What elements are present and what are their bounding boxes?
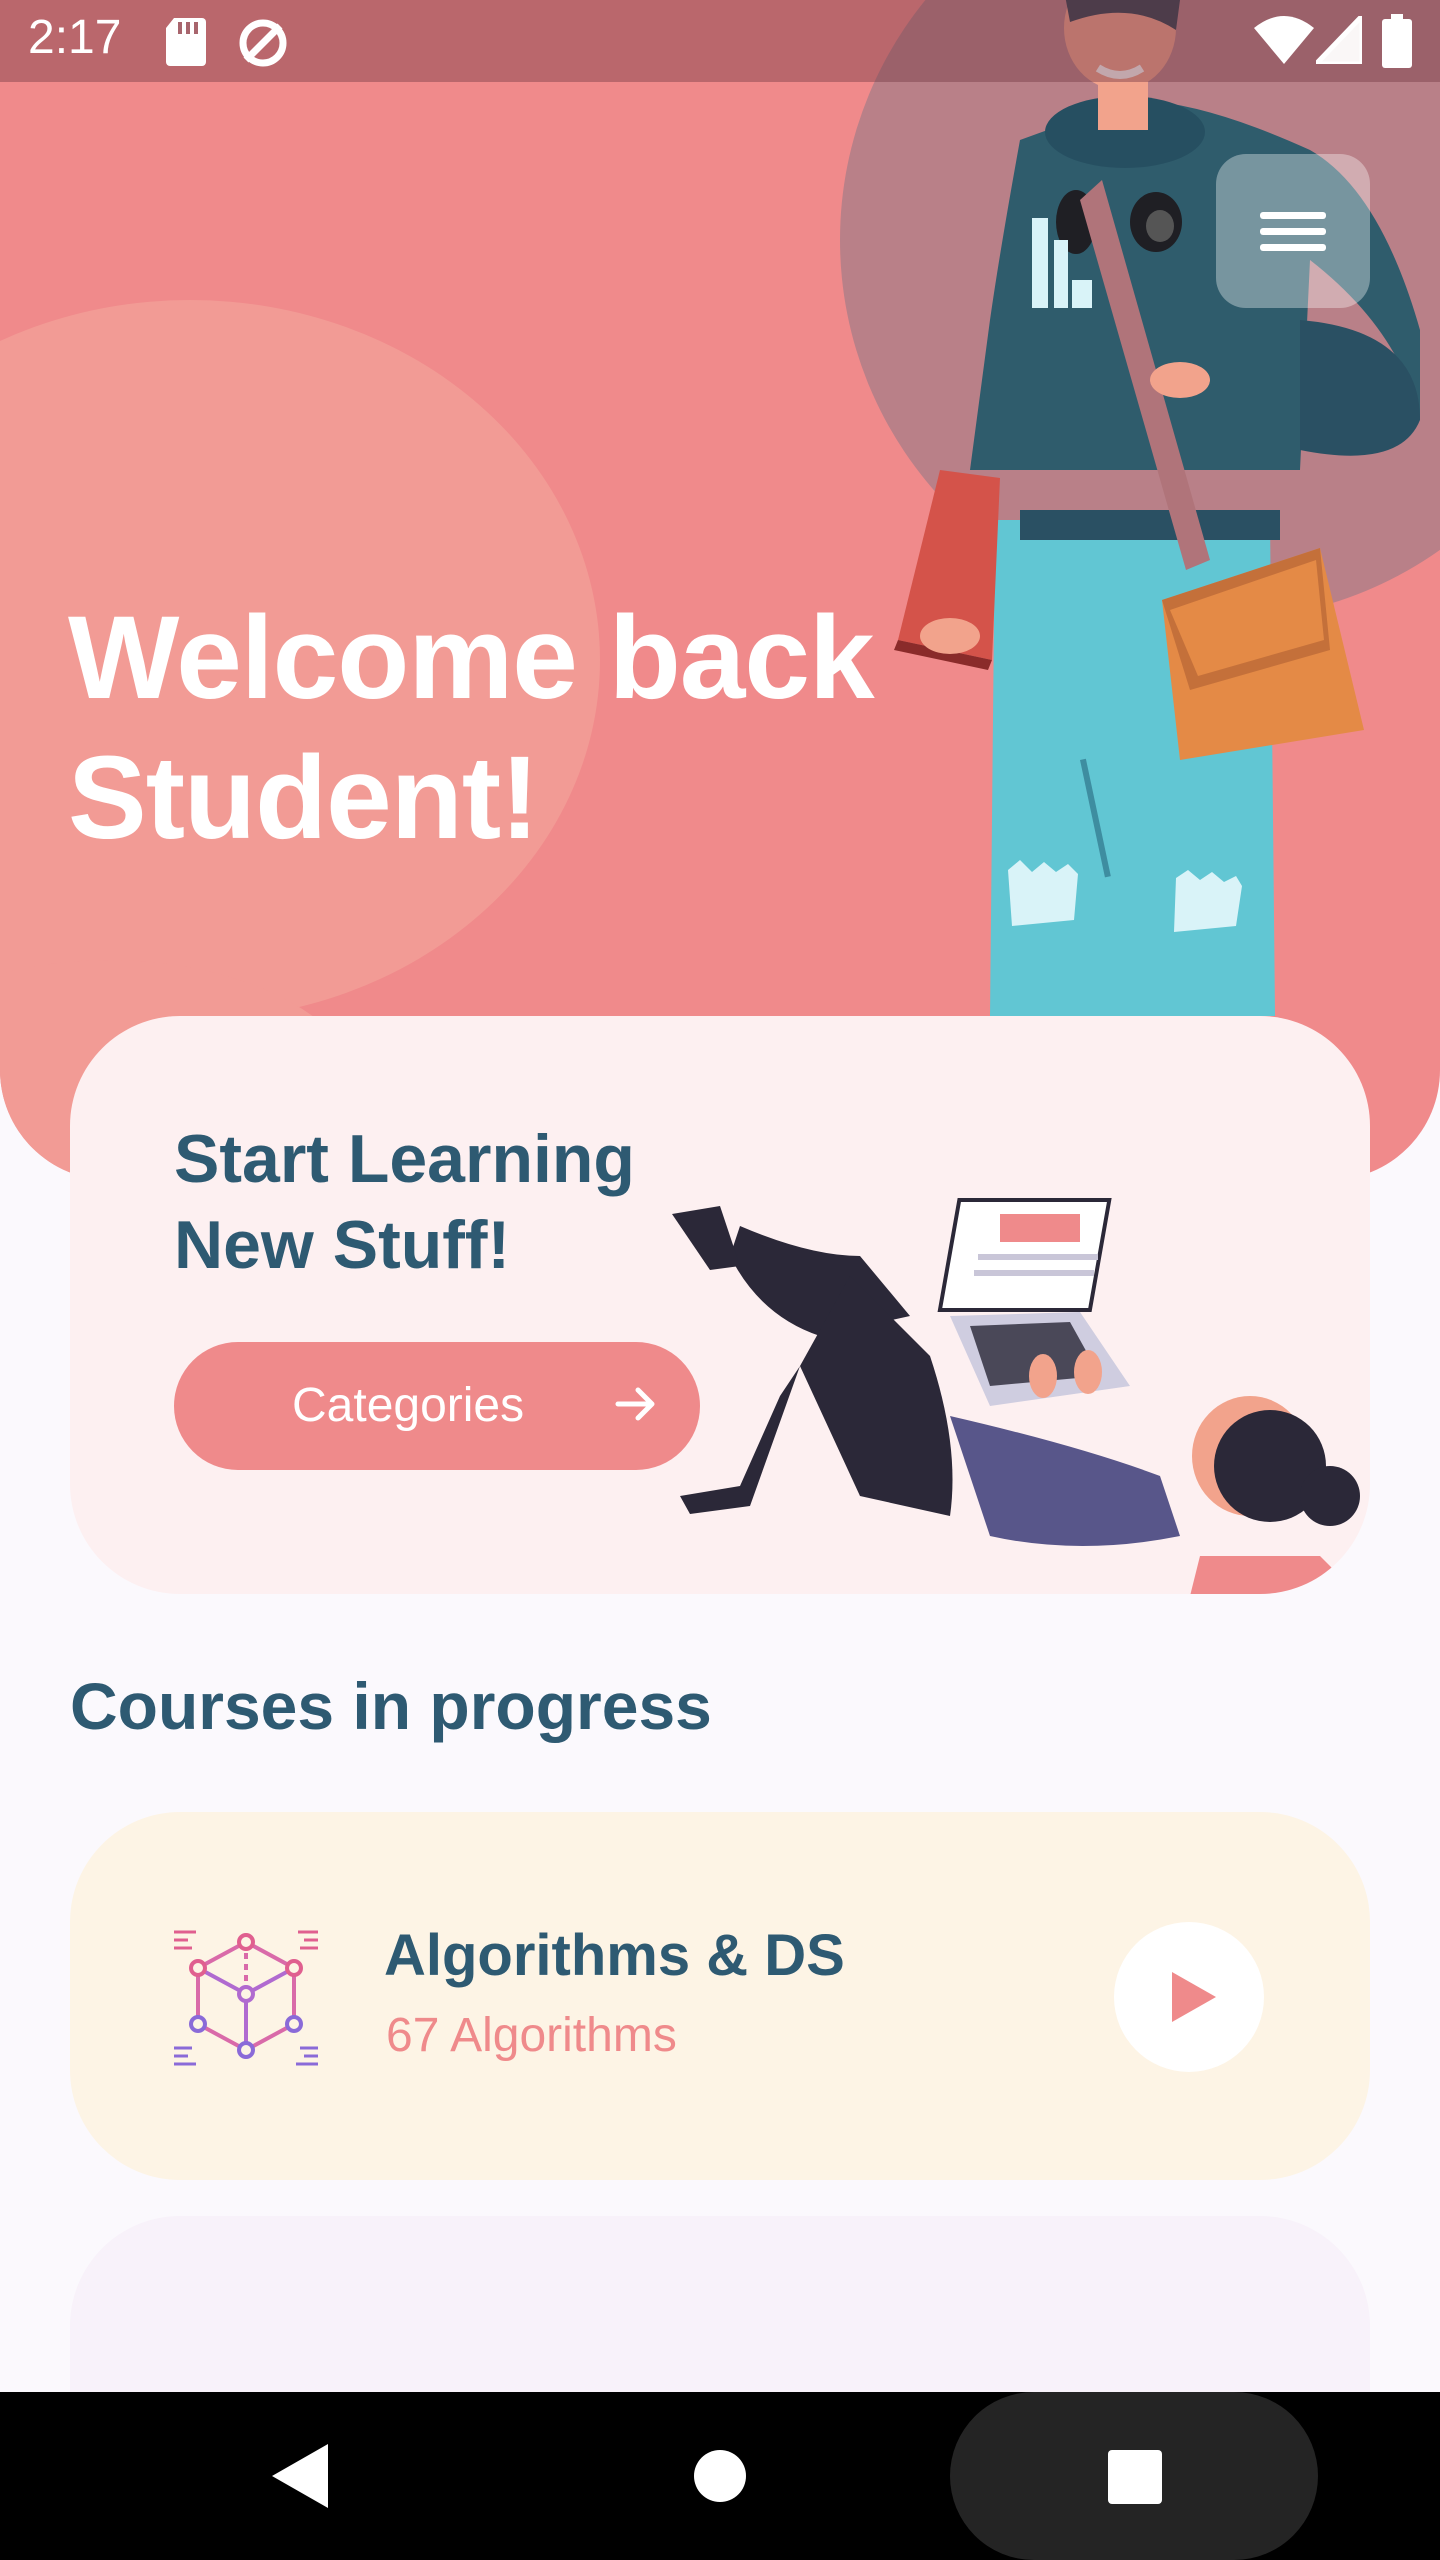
course-card-partial[interactable] xyxy=(70,2216,1370,2416)
student-illustration xyxy=(894,0,1420,1016)
signal-icon xyxy=(1316,16,1362,64)
battery-icon xyxy=(1382,14,1412,68)
menu-button[interactable] xyxy=(1216,154,1370,308)
welcome-title: Welcome back Student! xyxy=(68,588,928,868)
status-bar: 2:17 xyxy=(0,0,1440,82)
home-icon[interactable] xyxy=(694,2450,746,2502)
welcome-title-line1: Welcome back xyxy=(68,592,875,724)
arrow-right-icon xyxy=(615,1387,655,1421)
sync-icon xyxy=(239,19,287,67)
reading-person-illustration xyxy=(672,1198,1360,1594)
play-icon xyxy=(1172,1972,1216,2022)
course-card[interactable]: Algorithms & DS 67 Algorithms xyxy=(70,1812,1370,2180)
categories-button[interactable]: Categories xyxy=(174,1342,700,1470)
course-subtitle: 67 Algorithms xyxy=(386,2009,677,2062)
sd-card-icon xyxy=(166,18,206,66)
status-time: 2:17 xyxy=(28,11,122,64)
categories-button-label: Categories xyxy=(292,1379,525,1432)
wifi-icon xyxy=(1254,16,1314,64)
welcome-title-line2: Student! xyxy=(68,732,539,864)
start-learning-title-line1: Start Learning xyxy=(174,1121,635,1197)
algorithm-cube-icon xyxy=(174,1930,318,2066)
start-learning-card: Start Learning New Stuff! Categories xyxy=(70,1016,1370,1594)
back-icon[interactable] xyxy=(272,2444,328,2508)
courses-in-progress-heading: Courses in progress xyxy=(70,1669,712,1743)
course-title: Algorithms & DS xyxy=(384,1923,845,1988)
play-course-button[interactable] xyxy=(1114,1922,1264,2072)
recents-icon[interactable] xyxy=(1108,2450,1162,2504)
